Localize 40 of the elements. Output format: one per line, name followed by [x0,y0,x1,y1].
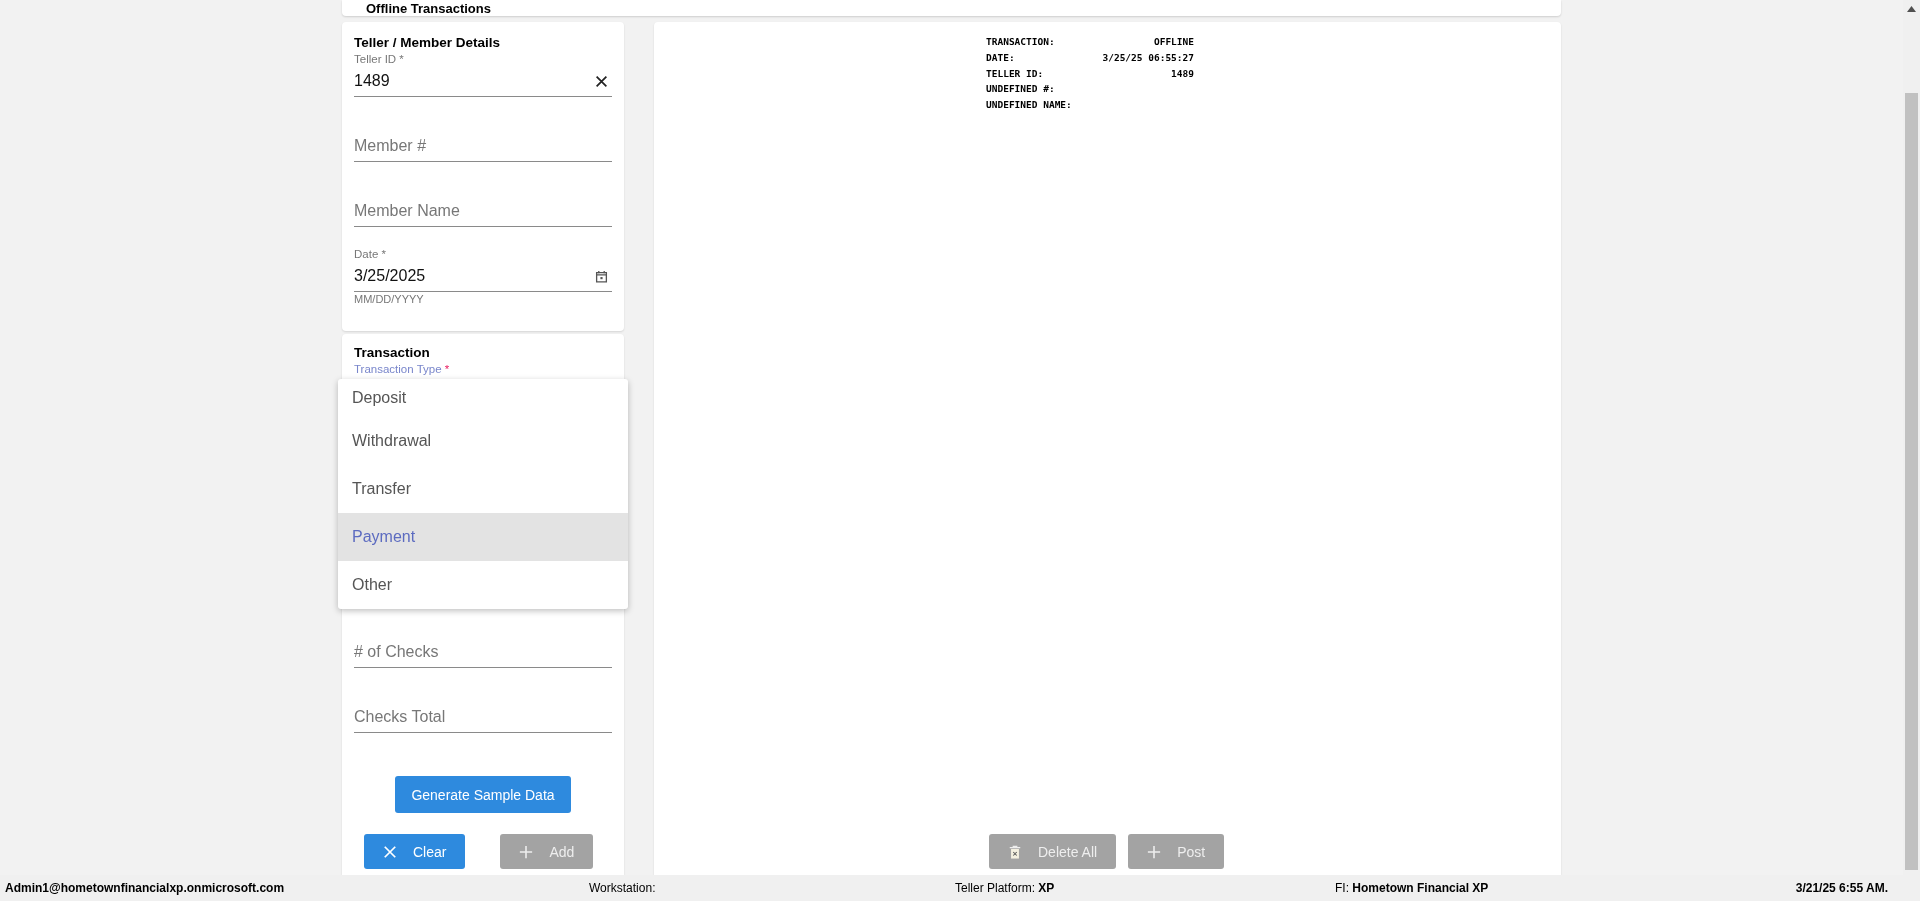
generate-button[interactable]: Generate Sample Data [395,776,571,813]
institution-label: FI: Hometown Financial XP [1335,881,1490,895]
input-field[interactable]: 3/25/2025 [354,261,612,292]
menu-item[interactable]: Transfer [338,465,628,513]
scroll-up-icon[interactable] [1907,6,1916,12]
menu-item[interactable]: Withdrawal [338,417,628,465]
user-account: Admin1@hometownfinancialxp.onmicrosoft.com [5,881,286,895]
input-field[interactable]: 1489 [354,66,612,97]
trash-icon [1008,844,1022,859]
plus-icon [1147,844,1162,859]
close-icon [383,844,397,859]
receipt-value: 1489 [1171,66,1194,81]
field-hint: MM/DD/YYYY [354,293,425,306]
receipt-label: TELLER ID: [986,66,1044,81]
platform-label: Teller Platform: XP [955,881,1056,895]
menu-item[interactable]: Payment [338,513,628,561]
clear-icon[interactable] [595,74,608,88]
status-time: 3/21/25 6:55 AM. [1795,881,1888,895]
field-label: Teller ID * [354,53,404,65]
receipt-value: 3/25/25 06:55:27 [1102,50,1194,65]
receipt-label: UNDEFINED #: [986,82,1055,97]
receipt-label: UNDEFINED NAME: [986,98,1072,113]
input-field[interactable]: Member # [354,131,612,162]
workstation-label: Workstation: [589,881,657,895]
field-label: Transaction Type * [354,362,451,376]
input-field[interactable]: # of Checks [354,637,612,668]
plus-icon [519,844,534,859]
input-field[interactable]: Member Name [354,196,612,227]
section-title: Teller / Member Details [354,34,502,52]
section-title: Transaction [354,344,431,362]
action-button[interactable]: Clear [364,834,466,869]
menu-item[interactable]: Deposit [338,379,628,417]
menu-item[interactable]: Other [338,561,628,609]
receipt-value: OFFLINE [1153,35,1194,49]
calendar-icon[interactable] [595,269,608,283]
receipt-label: TRANSACTION: [986,35,1055,49]
receipt-label: DATE: [986,50,1015,65]
field-label: Date * [354,248,386,260]
page-title: Offline Transactions [366,1,491,16]
input-field[interactable]: Checks Total [354,702,612,733]
